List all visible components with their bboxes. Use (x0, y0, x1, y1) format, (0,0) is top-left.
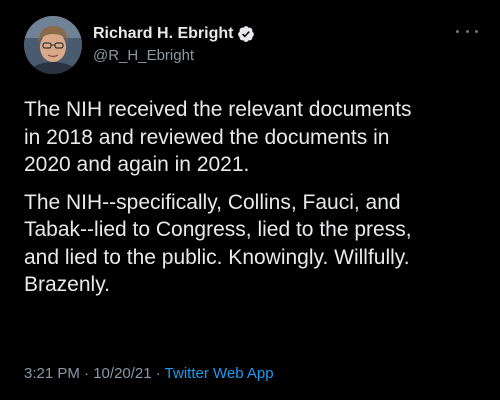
author-display-name[interactable]: Richard H. Ebright (93, 25, 233, 43)
tweet-paragraph: The NIH--specifically, Collins, Fauci, a… (24, 190, 412, 297)
more-options-icon[interactable] (456, 24, 478, 38)
tweet-time[interactable]: 3:21 PM (24, 365, 80, 382)
profile-photo-icon (24, 16, 82, 74)
more-dot (456, 29, 459, 33)
tweet-paragraph: The NIH received the relevant documents … (24, 98, 412, 176)
more-dot (465, 29, 469, 33)
meta-separator: · (79, 365, 94, 382)
author-name-row[interactable]: Richard H. Ebright (93, 24, 255, 44)
more-dot (475, 29, 478, 33)
author-handle[interactable]: @R_H_Ebright (93, 47, 194, 64)
tweet-metadata: 3:21 PM · 10/20/21 · Twitter Web App (24, 365, 274, 382)
tweet-text: The NIH received the relevant documents … (24, 96, 494, 309)
meta-separator: · (151, 365, 165, 382)
tweet-card: Richard H. Ebright @R_H_Ebright The NIH … (0, 0, 500, 400)
tweet-date[interactable]: 10/20/21 (93, 365, 151, 382)
avatar[interactable] (24, 16, 82, 74)
tweet-source-link[interactable]: Twitter Web App (165, 365, 274, 382)
verified-badge-icon (238, 26, 255, 42)
